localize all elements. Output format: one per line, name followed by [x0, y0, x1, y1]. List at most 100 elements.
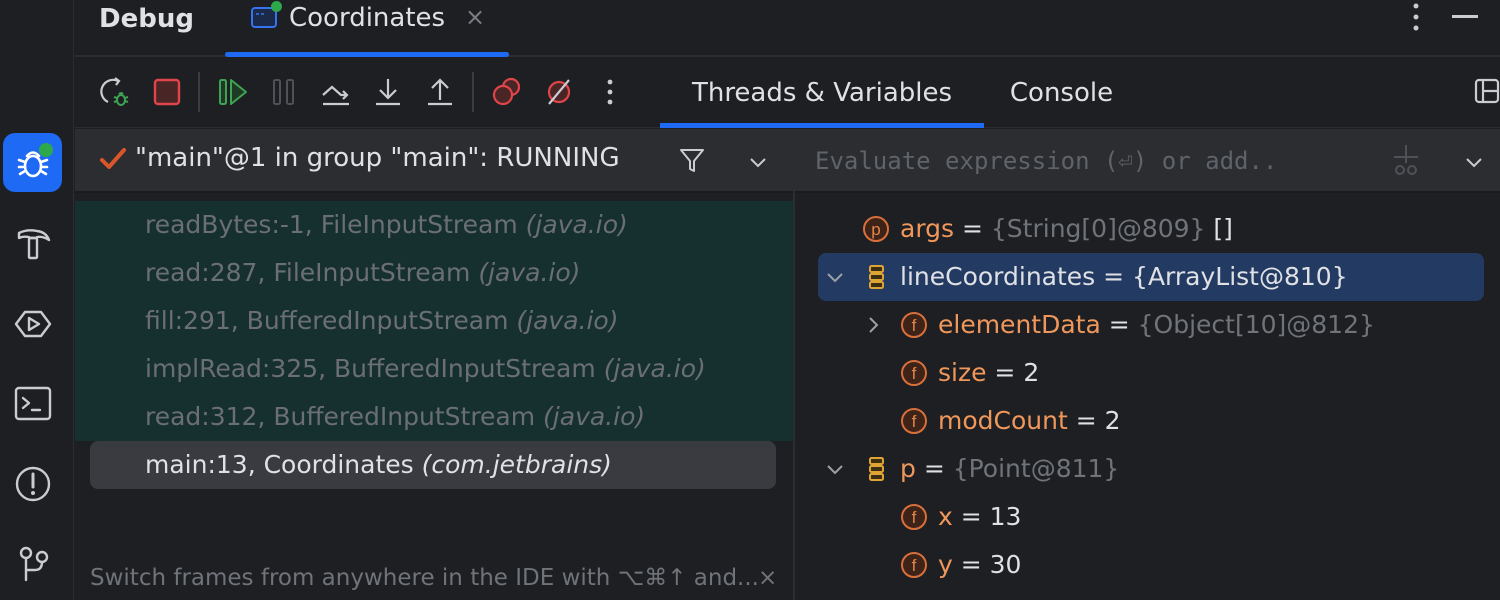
frame-item-current[interactable]: main:13, Coordinates (com.jetbrains)	[90, 441, 776, 489]
active-tab-indicator	[225, 52, 509, 57]
field-icon: f	[901, 408, 927, 434]
evaluate-bar	[795, 129, 1500, 193]
variable-value: 13	[989, 502, 1022, 531]
layout-settings-icon[interactable]	[1470, 76, 1500, 106]
stop-button[interactable]	[149, 74, 185, 110]
terminal-tool-button[interactable]	[3, 374, 62, 433]
chevron-down-icon[interactable]	[747, 151, 769, 173]
variable-equals: =	[1095, 262, 1133, 291]
git-tool-button[interactable]	[3, 534, 62, 593]
mute-breakpoints-button[interactable]	[541, 74, 577, 110]
variable-row[interactable]: f x = 13	[795, 493, 1500, 541]
more-vertical-icon[interactable]	[1410, 2, 1422, 32]
evaluate-expression-input[interactable]	[815, 141, 1375, 181]
variables-panel: pargs = {String[0]@809} []lineCoordinate…	[795, 129, 1500, 600]
tool-window-strip	[0, 0, 74, 600]
chevron-down-icon[interactable]	[823, 457, 847, 481]
chevron-down-icon[interactable]	[1463, 151, 1485, 173]
object-list-icon	[869, 457, 884, 481]
debug-toolbar: Threads & Variables Console	[75, 58, 1500, 128]
variable-equals: =	[1067, 406, 1105, 435]
variable-row[interactable]: p = {Point@811}	[795, 445, 1500, 493]
frame-item[interactable]: readBytes:-1, FileInputStream (java.io)	[75, 201, 793, 249]
frame-package: (java.io)	[516, 306, 619, 335]
tab-label: Threads & Variables	[691, 78, 953, 108]
variable-name: modCount	[938, 406, 1068, 435]
svg-text:f: f	[912, 412, 917, 431]
close-hint-icon[interactable]: ×	[758, 565, 777, 591]
variable-text: p = {Point@811}	[900, 445, 1119, 493]
frame-method: read:287, FileInputStream	[145, 258, 479, 287]
step-into-button[interactable]	[370, 74, 406, 110]
variable-row[interactable]: f elementData = {Object[10]@812}	[795, 301, 1500, 349]
problems-tool-button[interactable]	[3, 454, 62, 513]
debug-tool-button[interactable]	[3, 133, 62, 192]
checkmark-icon	[100, 148, 126, 169]
frame-item[interactable]: implRead:325, BufferedInputStream (java.…	[75, 345, 793, 393]
variable-row[interactable]: f y = 30	[795, 541, 1500, 589]
variable-equals: =	[952, 502, 990, 531]
step-out-button[interactable]	[422, 74, 458, 110]
toolbar-separator	[198, 72, 200, 112]
chevron-right-icon[interactable]	[861, 313, 885, 337]
terminal-icon	[14, 386, 51, 420]
active-tab-indicator	[660, 123, 984, 128]
frame-item[interactable]: read:312, BufferedInputStream (java.io)	[75, 393, 793, 441]
svg-text:p: p	[871, 220, 880, 239]
minimize-icon[interactable]	[1452, 15, 1478, 18]
branch-icon	[19, 546, 48, 581]
frame-item[interactable]: fill:291, BufferedInputStream (java.io)	[75, 297, 793, 345]
step-over-icon	[322, 85, 349, 106]
field-icon: f	[901, 504, 927, 530]
step-into-icon	[376, 79, 400, 106]
rerun-debug-icon	[100, 77, 129, 106]
svg-text:f: f	[912, 556, 917, 575]
frames-hint: Switch frames from anywhere in the IDE w…	[90, 565, 759, 591]
svg-text:f: f	[912, 364, 917, 383]
tab-console[interactable]: Console	[984, 58, 1139, 128]
variable-value: {ArrayList@810}	[1132, 262, 1348, 291]
field-icon: f	[901, 360, 927, 386]
variable-row[interactable]: f size = 2	[795, 349, 1500, 397]
frame-method: implRead:325, BufferedInputStream	[145, 354, 604, 383]
frame-item[interactable]: read:287, FileInputStream (java.io)	[75, 249, 793, 297]
variable-text: lineCoordinates = {ArrayList@810}	[900, 253, 1348, 301]
step-over-button[interactable]	[318, 74, 354, 110]
variable-text: x = 13	[938, 493, 1021, 541]
chevron-down-icon[interactable]	[823, 265, 847, 289]
thread-selector[interactable]: "main"@1 in group "main": RUNNING	[75, 129, 793, 193]
close-tab-icon[interactable]: ×	[465, 3, 485, 31]
thread-label: "main"@1 in group "main": RUNNING	[135, 143, 620, 173]
build-tool-button[interactable]	[3, 214, 62, 273]
variable-value: 2	[1104, 406, 1121, 435]
exclamation-circle-icon	[15, 466, 50, 501]
run-configuration-tab[interactable]: Coordinates ×	[225, 0, 509, 57]
frame-package: (java.io)	[525, 210, 628, 239]
variable-row[interactable]: lineCoordinates = {ArrayList@810}	[818, 253, 1484, 301]
frame-package: (java.io)	[543, 402, 646, 431]
view-breakpoints-button[interactable]	[489, 74, 525, 110]
resume-button[interactable]	[215, 74, 251, 110]
tool-window-title: Debug	[99, 4, 194, 34]
rerun-debug-button[interactable]	[97, 74, 133, 110]
frame-package: (com.jetbrains)	[421, 450, 612, 479]
tab-threads-variables[interactable]: Threads & Variables	[660, 58, 984, 128]
variable-reference: {String[0]@809}	[990, 214, 1206, 243]
services-tool-button[interactable]	[3, 294, 62, 353]
frame-method: read:312, BufferedInputStream	[145, 402, 544, 431]
variable-row[interactable]: f modCount = 2	[795, 397, 1500, 445]
running-badge	[39, 143, 53, 157]
tab-label: Console	[1009, 78, 1114, 108]
run-tab-label: Coordinates	[289, 3, 446, 33]
mute-breakpoints-icon	[547, 79, 571, 105]
more-actions-button[interactable]	[592, 74, 628, 110]
frame-list: readBytes:-1, FileInputStream (java.io) …	[75, 201, 793, 489]
pause-button[interactable]	[266, 74, 302, 110]
variable-reference: {Point@811}	[952, 454, 1120, 483]
resume-icon	[219, 79, 247, 105]
filter-icon[interactable]	[678, 146, 706, 174]
add-watch-icon[interactable]	[1391, 143, 1421, 179]
frame-method: readBytes:-1, FileInputStream	[145, 210, 526, 239]
variable-row[interactable]: p args = {String[0]@809} []	[795, 205, 1500, 253]
step-out-icon	[428, 78, 452, 106]
